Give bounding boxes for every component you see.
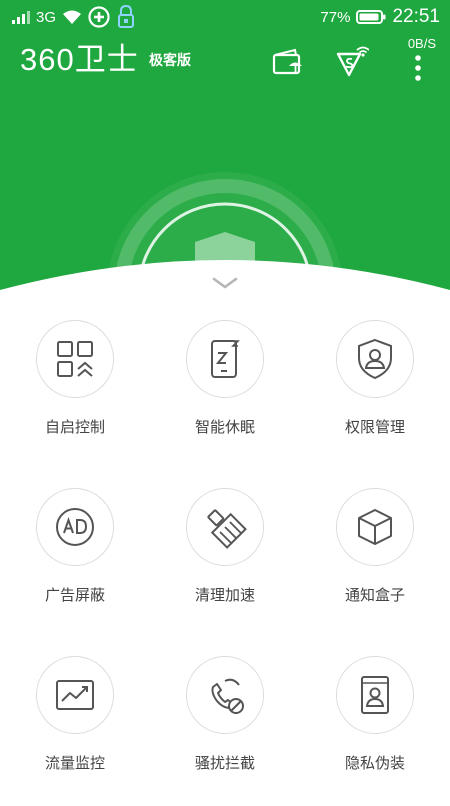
feature-tile-harassment-block[interactable]: 骚扰拦截 [150,656,300,806]
permission-manage-icon [358,338,392,380]
traffic-monitor-icon [56,680,94,710]
feature-tile-permission[interactable]: 权限管理 [300,320,450,470]
feature-label: 流量监控 [44,754,105,772]
feature-tile-autostart[interactable]: 自启控制 [0,320,150,470]
privacy-disguise-icon [361,676,389,714]
collapse-handle[interactable] [205,268,245,298]
feature-label: 自启控制 [44,418,105,436]
chevron-down-icon [212,277,238,289]
smart-sleep-icon [211,340,240,378]
feature-label: 权限管理 [344,418,405,436]
feature-label: 智能休眠 [194,418,255,436]
notification-box-icon [358,509,392,545]
ad-block-icon [56,508,94,546]
feature-tile-privacy-disguise[interactable]: 隐私伪装 [300,656,450,806]
feature-tile-notification-box[interactable]: 通知盒子 [300,488,450,638]
feature-tile-ad-block[interactable]: 广告屏蔽 [0,488,150,638]
feature-icon-circle [36,488,114,566]
feature-icon-circle [36,656,114,734]
feature-icon-circle [36,320,114,398]
feature-label: 广告屏蔽 [44,586,105,604]
feature-tile-traffic-monitor[interactable]: 流量监控 [0,656,150,806]
feature-icon-circle [336,320,414,398]
feature-icon-circle [186,320,264,398]
feature-label: 清理加速 [194,586,255,604]
clean-boost-icon [207,509,247,549]
autostart-control-icon [57,341,93,377]
feature-label: 骚扰拦截 [194,754,255,772]
feature-tile-clean-boost[interactable]: 清理加速 [150,488,300,638]
feature-icon-circle [186,488,264,566]
feature-icon-circle [336,488,414,566]
feature-icon-circle [186,656,264,734]
feature-label: 隐私伪装 [344,754,405,772]
feature-tile-smart-sleep[interactable]: 智能休眠 [150,320,300,470]
feature-icon-circle [336,656,414,734]
harassment-block-icon [211,678,244,714]
feature-label: 通知盒子 [344,586,405,604]
